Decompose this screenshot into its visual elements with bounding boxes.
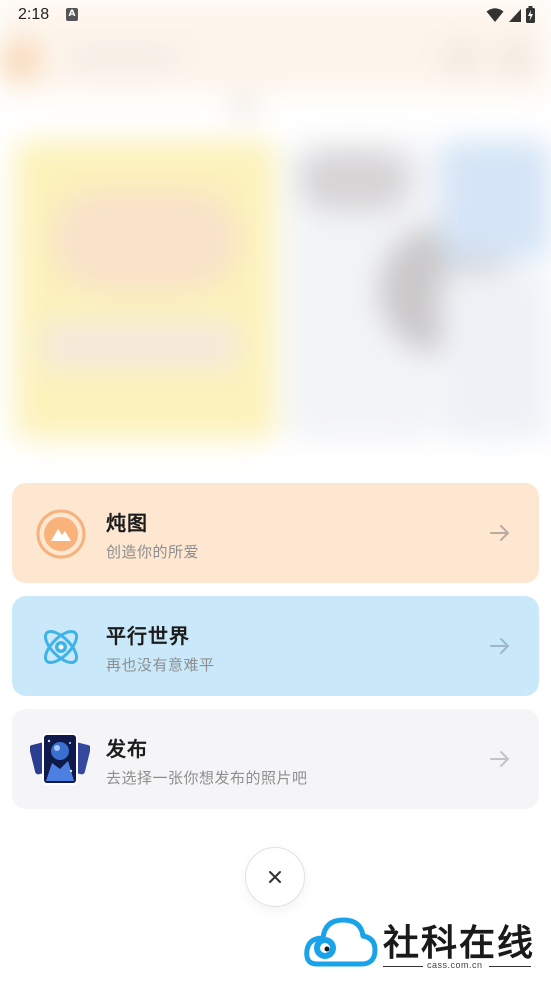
bg-card xyxy=(440,270,551,440)
battery-icon xyxy=(526,6,535,23)
wifi-icon xyxy=(486,7,504,22)
bg-card-art xyxy=(50,190,240,290)
bg-dot xyxy=(232,95,256,119)
arrow-right-icon xyxy=(490,525,509,541)
menu-item-subtitle: 去选择一张你想发布的照片吧 xyxy=(106,770,308,787)
bg-card xyxy=(440,140,551,260)
screen: 2:18 A 炖图 创造你的所爱 平行世界 再也没有意难平 发布 去选择一张你想… xyxy=(0,0,551,981)
watermark-logo: 社科在线 cass.com.cn xyxy=(303,910,543,974)
bg-card-art xyxy=(300,150,410,210)
cloud-eye-logo-icon xyxy=(304,917,378,967)
bg-card-art xyxy=(40,320,240,370)
menu-item-title: 炖图 xyxy=(106,513,148,535)
menu-item-title: 发布 xyxy=(106,739,148,761)
menu-item-subtitle: 再也没有意难平 xyxy=(106,657,215,674)
bg-action-icon xyxy=(500,45,532,73)
bg-avatar xyxy=(0,40,40,80)
watermark-divider xyxy=(383,966,423,967)
status-time: 2:18 xyxy=(18,6,50,23)
menu-item-title: 平行世界 xyxy=(106,626,190,648)
bg-action-icon xyxy=(445,45,477,73)
menu-item-publish[interactable]: 发布 去选择一张你想发布的照片吧 xyxy=(12,709,539,809)
notification-icon: A xyxy=(66,8,78,21)
bg-card xyxy=(14,140,276,440)
watermark-divider xyxy=(489,966,531,967)
watermark-url: cass.com.cn xyxy=(427,960,483,970)
status-bar: 2:18 A xyxy=(0,0,551,30)
close-icon xyxy=(269,871,281,883)
arrow-right-icon xyxy=(490,638,509,654)
menu-item-subtitle: 创造你的所爱 xyxy=(106,544,200,561)
blurred-background xyxy=(0,0,551,470)
signal-icon xyxy=(509,8,521,22)
mountain-image-icon xyxy=(36,509,86,559)
close-button[interactable] xyxy=(245,847,305,907)
photo-stack-icon xyxy=(29,731,91,789)
arrow-right-icon xyxy=(490,751,509,767)
atom-icon xyxy=(36,622,86,672)
menu-item-stew-image[interactable]: 炖图 创造你的所爱 xyxy=(12,483,539,583)
status-icons xyxy=(486,6,535,23)
bg-title-placeholder xyxy=(70,50,180,68)
watermark-text: 社科在线 xyxy=(383,923,536,964)
menu-item-parallel-world[interactable]: 平行世界 再也没有意难平 xyxy=(12,596,539,696)
